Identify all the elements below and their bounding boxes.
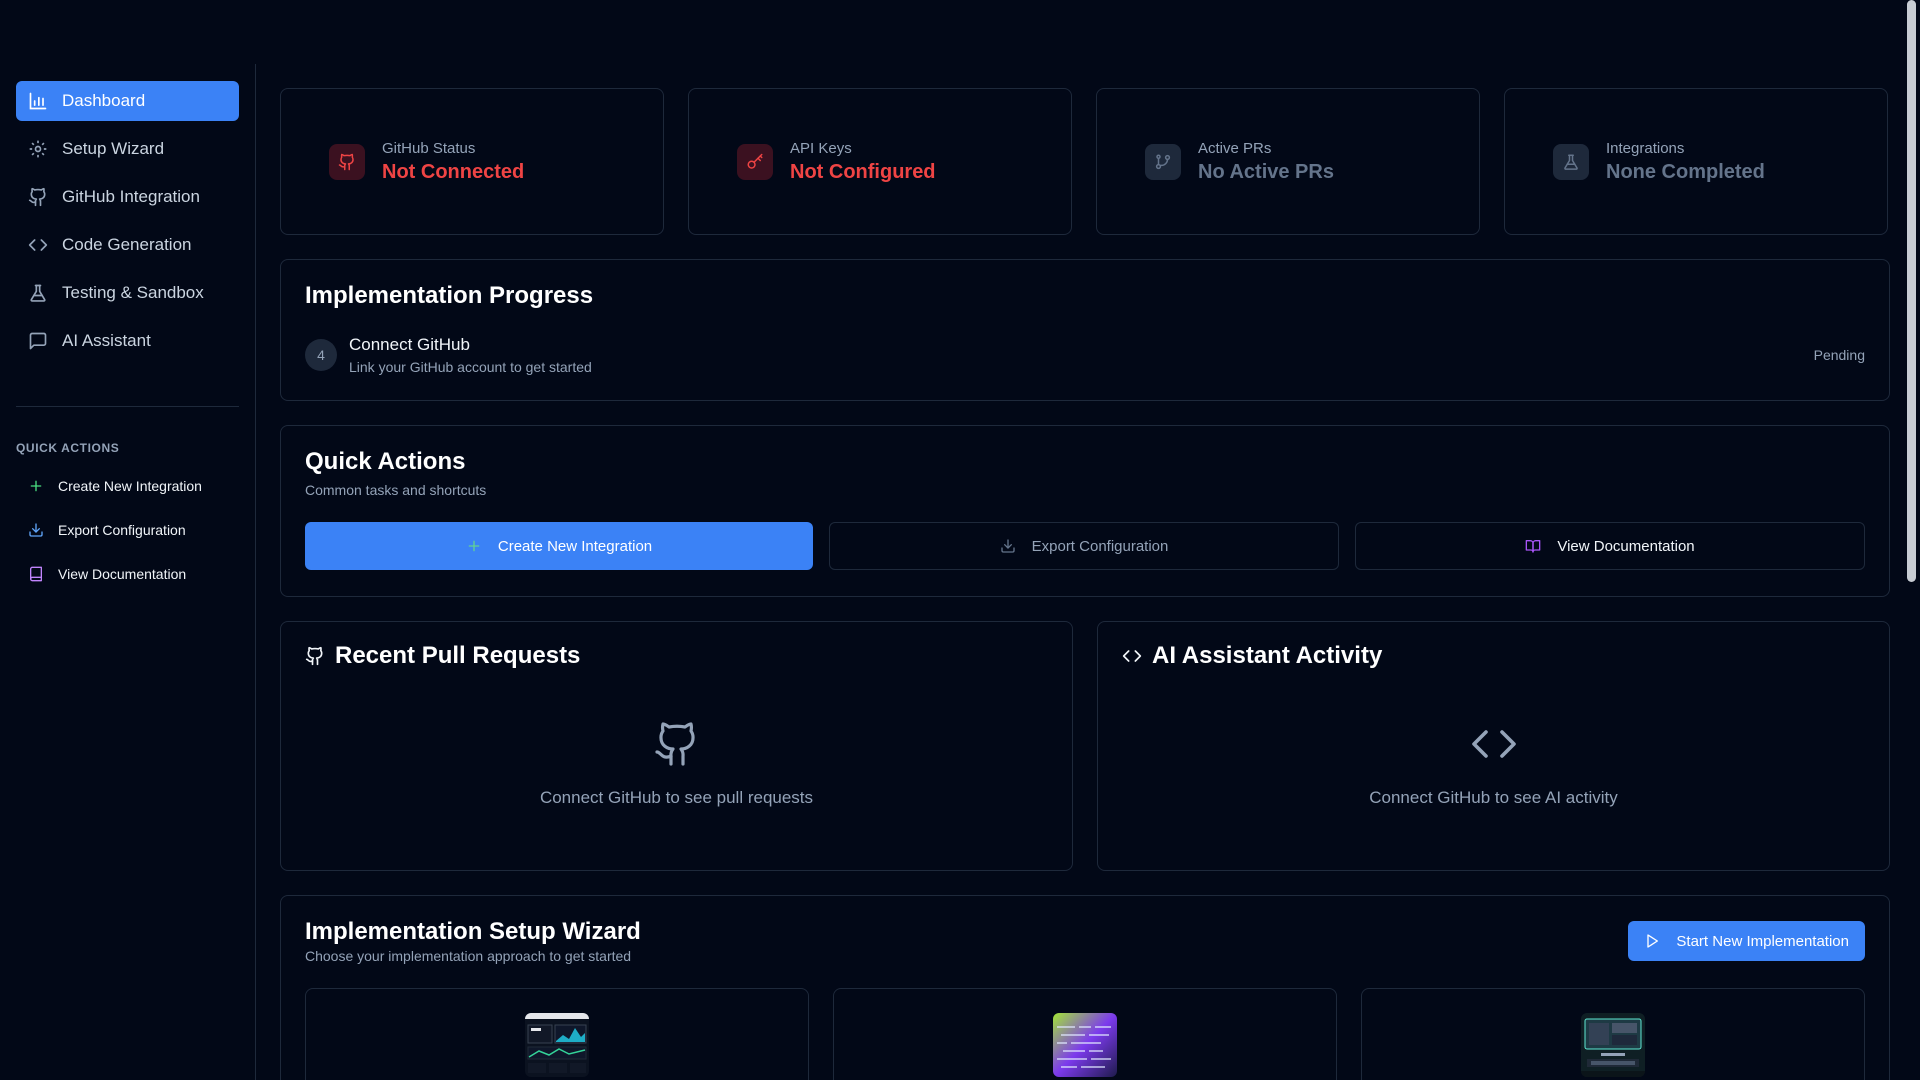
stat-label: Active PRs bbox=[1198, 139, 1272, 157]
create-integration-button[interactable]: Create New Integration bbox=[305, 522, 813, 570]
sidebar-item-ai-assistant[interactable]: AI Assistant bbox=[16, 321, 239, 361]
recent-pull-requests-panel: Recent Pull Requests Connect GitHub to s… bbox=[280, 621, 1073, 871]
sidebar-item-label: Code Generation bbox=[62, 235, 192, 254]
plus-icon bbox=[30, 480, 42, 492]
wizard-option-card[interactable] bbox=[1361, 988, 1865, 1080]
ai-activity-empty-message: Connect GitHub to see AI activity bbox=[1369, 788, 1618, 807]
stat-value: Not Configured bbox=[790, 160, 936, 183]
sidebar-item-code-generation[interactable]: Code Generation bbox=[16, 225, 239, 265]
step-status: Pending bbox=[1813, 347, 1865, 363]
gear-icon bbox=[29, 140, 47, 158]
key-icon bbox=[747, 153, 763, 169]
sidebar-create-integration[interactable]: Create New Integration bbox=[16, 469, 239, 503]
stat-value: None Completed bbox=[1606, 160, 1765, 183]
sidebar-item-testing-sandbox[interactable]: Testing & Sandbox bbox=[16, 273, 239, 313]
button-label: Export Configuration bbox=[1031, 537, 1169, 555]
flask-icon bbox=[1564, 154, 1578, 170]
button-label: Create New Integration bbox=[497, 537, 653, 555]
sidebar-item-github-integration[interactable]: GitHub Integration bbox=[16, 177, 239, 217]
sidebar: Dashboard Setup Wizard GitHub Integratio… bbox=[0, 64, 256, 1080]
download-icon bbox=[1000, 539, 1015, 553]
book-icon bbox=[30, 566, 42, 582]
wizard-title: Implementation Setup Wizard bbox=[305, 918, 641, 945]
stat-value: Not Connected bbox=[382, 160, 525, 183]
sidebar-item-label: Setup Wizard bbox=[62, 139, 165, 158]
stat-icon-wrap bbox=[1145, 143, 1181, 180]
stat-card-integrations: Integrations None Completed bbox=[1504, 88, 1888, 235]
sidebar-item-label: Dashboard bbox=[62, 91, 146, 110]
ai-assistant-activity-panel: AI Assistant Activity Connect GitHub to … bbox=[1097, 621, 1890, 871]
button-label: View Documentation bbox=[1557, 537, 1695, 555]
github-icon bbox=[305, 646, 323, 666]
dashboard-thumbnail-image bbox=[525, 1013, 589, 1077]
wizard-option-card[interactable] bbox=[833, 988, 1337, 1080]
quick-actions-label: QUICK ACTIONS bbox=[16, 441, 120, 455]
progress-step: 4 Connect GitHub Link your GitHub accoun… bbox=[305, 335, 1865, 375]
sidebar-item-label: AI Assistant bbox=[62, 331, 151, 350]
pull-requests-empty-message: Connect GitHub to see pull requests bbox=[539, 788, 814, 807]
implementation-progress-card: Implementation Progress 4 Connect GitHub… bbox=[280, 259, 1890, 401]
sidebar-qa-label: Create New Integration bbox=[58, 478, 202, 494]
step-title: Connect GitHub bbox=[349, 335, 470, 354]
stats-row: GitHub Status Not Connected API Keys Not… bbox=[280, 88, 1890, 235]
setup-wizard-card: Implementation Setup Wizard Choose your … bbox=[280, 895, 1890, 1080]
code-icon bbox=[1122, 650, 1142, 662]
sidebar-item-label: Testing & Sandbox bbox=[62, 283, 204, 302]
stat-icon-wrap bbox=[1553, 143, 1589, 180]
stat-card-active-prs: Active PRs No Active PRs bbox=[1096, 88, 1480, 235]
bar-chart-icon bbox=[29, 92, 47, 110]
sidebar-qa-label: Export Configuration bbox=[58, 522, 186, 538]
stat-label: API Keys bbox=[790, 139, 852, 157]
quick-actions-title: Quick Actions bbox=[305, 448, 466, 475]
wizard-subtitle: Choose your implementation approach to g… bbox=[305, 948, 632, 964]
git-branch-icon bbox=[1155, 154, 1171, 169]
progress-title: Implementation Progress bbox=[305, 282, 594, 309]
workstation-thumbnail-image bbox=[1581, 1013, 1645, 1077]
quick-actions-card: Quick Actions Common tasks and shortcuts… bbox=[280, 425, 1890, 597]
step-number: 4 bbox=[305, 339, 337, 371]
sidebar-item-label: GitHub Integration bbox=[62, 187, 200, 206]
sidebar-view-documentation[interactable]: View Documentation bbox=[16, 557, 239, 591]
book-open-icon bbox=[1526, 540, 1541, 553]
ai-activity-title: AI Assistant Activity bbox=[1152, 642, 1383, 669]
sidebar-export-configuration[interactable]: Export Configuration bbox=[16, 513, 239, 547]
stat-icon-wrap bbox=[329, 143, 365, 180]
play-icon bbox=[1647, 934, 1659, 948]
start-new-implementation-button[interactable]: Start New Implementation bbox=[1628, 921, 1865, 961]
wizard-option-card[interactable] bbox=[305, 988, 809, 1080]
flask-icon bbox=[30, 284, 46, 302]
github-icon bbox=[654, 722, 695, 766]
main-content: GitHub Status Not Connected API Keys Not… bbox=[280, 88, 1890, 1080]
plus-icon bbox=[468, 540, 480, 552]
message-icon bbox=[29, 332, 47, 350]
sidebar-divider bbox=[16, 406, 239, 407]
sidebar-item-dashboard[interactable]: Dashboard bbox=[16, 81, 239, 121]
stat-card-api-keys: API Keys Not Configured bbox=[688, 88, 1072, 235]
code-thumbnail-image bbox=[1053, 1013, 1117, 1077]
download-icon bbox=[29, 523, 43, 537]
sidebar-qa-label: View Documentation bbox=[58, 566, 187, 582]
sidebar-item-setup-wizard[interactable]: Setup Wizard bbox=[16, 129, 239, 169]
quick-actions-subtitle: Common tasks and shortcuts bbox=[305, 482, 487, 498]
button-label: Start New Implementation bbox=[1676, 932, 1849, 950]
pull-requests-title: Recent Pull Requests bbox=[335, 642, 581, 669]
code-icon bbox=[28, 239, 48, 251]
step-description: Link your GitHub account to get started bbox=[349, 359, 592, 375]
page-scrollbar[interactable] bbox=[1907, 0, 1916, 582]
stat-icon-wrap bbox=[737, 143, 773, 180]
stat-card-github-status: GitHub Status Not Connected bbox=[280, 88, 664, 235]
stat-label: Integrations bbox=[1606, 139, 1685, 157]
github-icon bbox=[338, 153, 354, 170]
stat-value: No Active PRs bbox=[1198, 160, 1334, 183]
github-icon bbox=[28, 187, 46, 207]
export-configuration-button[interactable]: Export Configuration bbox=[829, 522, 1339, 570]
stat-label: GitHub Status bbox=[382, 139, 476, 157]
code-icon bbox=[1471, 730, 1516, 758]
view-documentation-button[interactable]: View Documentation bbox=[1355, 522, 1865, 570]
